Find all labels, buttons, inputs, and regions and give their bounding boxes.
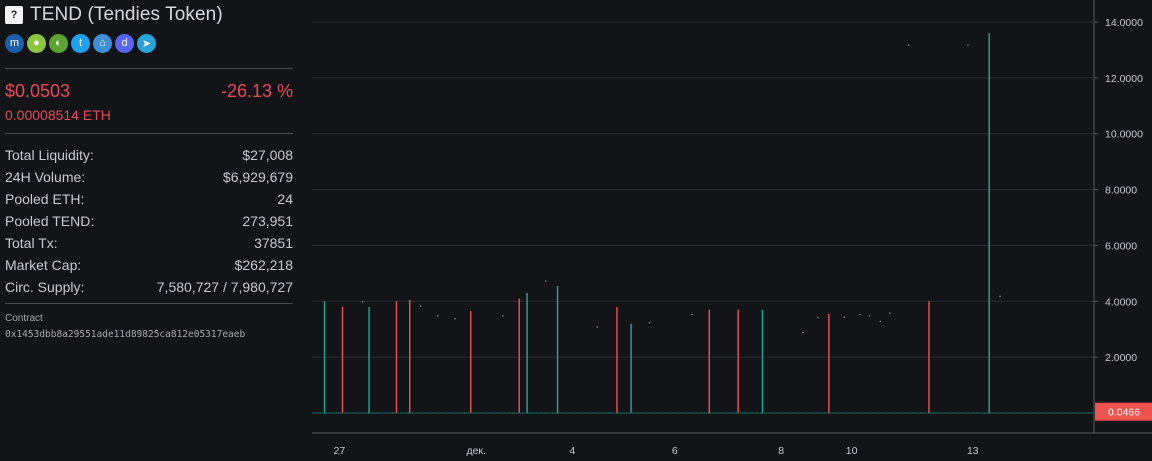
current-price-label: 0.0466 bbox=[1108, 407, 1140, 419]
token-name: TEND (Tendies Token) bbox=[30, 4, 223, 25]
coinmarketcap-icon[interactable]: m bbox=[5, 33, 24, 53]
token-header: ? TEND (Tendies Token) bbox=[5, 0, 293, 30]
price-dot bbox=[843, 316, 846, 318]
y-tick-label: 2.0000 bbox=[1105, 352, 1137, 364]
price-dot bbox=[437, 315, 439, 317]
price-dot bbox=[362, 301, 364, 303]
stat-label: 24H Volume: bbox=[5, 169, 86, 185]
price-dot bbox=[596, 326, 598, 328]
price-chart[interactable]: 2.0000 4.0000 6.0000 8.0000 10.0000 12.0000 14… bbox=[312, 0, 1152, 461]
token-info-panel: ? TEND (Tendies Token) m ● ◐ t ⌂ d ➤ $0.0503 -… bbox=[0, 0, 298, 461]
price-dot bbox=[649, 322, 651, 324]
stat-value: 37851 bbox=[254, 235, 293, 251]
price-dot bbox=[889, 312, 891, 314]
stat-label: Circ. Supply: bbox=[5, 279, 85, 295]
stat-value: 273,951 bbox=[242, 213, 293, 229]
price-dot bbox=[454, 318, 456, 320]
stat-row: 24H Volume: $6,929,679 bbox=[5, 166, 293, 188]
stat-label: Total Tx: bbox=[5, 235, 58, 251]
y-tick-label: 4.0000 bbox=[1105, 296, 1137, 308]
x-tick-label: 4 bbox=[569, 445, 575, 457]
stat-row: Circ. Supply: 7,580,727 / 7,980,727 bbox=[5, 276, 293, 298]
y-tick-label: 6.0000 bbox=[1105, 240, 1137, 252]
social-links: m ● ◐ t ⌂ d ➤ bbox=[5, 32, 293, 54]
price-dot bbox=[967, 44, 969, 46]
price-dot bbox=[859, 313, 861, 316]
y-tick-label: 12.0000 bbox=[1105, 73, 1143, 85]
price-dot bbox=[502, 315, 504, 317]
price-dot bbox=[817, 316, 819, 318]
stat-row: Total Tx: 37851 bbox=[5, 232, 293, 254]
stat-label: Total Liquidity: bbox=[5, 147, 94, 163]
x-tick-label: 13 bbox=[967, 445, 979, 457]
stat-label: Pooled TEND: bbox=[5, 213, 95, 229]
price-dot bbox=[868, 315, 871, 317]
price-dot bbox=[907, 44, 910, 46]
contract-address[interactable]: 0x1453dbb8a29551ade11d89825ca812e05317ea… bbox=[5, 329, 293, 340]
stat-row: Market Cap: $262,218 bbox=[5, 254, 293, 276]
price-change: -26.13 % bbox=[220, 80, 293, 101]
price-dot bbox=[419, 305, 422, 307]
x-tick-label: 8 bbox=[778, 445, 784, 457]
stat-value: $27,008 bbox=[242, 147, 293, 163]
token-logo: ? bbox=[5, 6, 23, 24]
price-dot bbox=[999, 295, 1001, 297]
y-tick-label: 14.0000 bbox=[1105, 17, 1143, 29]
price-row: $0.0503 -26.13 % bbox=[5, 79, 293, 103]
price-dot bbox=[691, 313, 693, 316]
x-tick-label: дек. bbox=[466, 445, 485, 457]
price-dot bbox=[802, 332, 804, 334]
y-tick-label: 10.0000 bbox=[1105, 129, 1143, 141]
price-usd: $0.0503 bbox=[5, 80, 71, 101]
discord-icon[interactable]: d bbox=[115, 33, 134, 53]
website-icon[interactable]: ⌂ bbox=[93, 33, 112, 53]
stat-value: $262,218 bbox=[234, 257, 293, 273]
contract-label: Contract bbox=[5, 313, 43, 324]
stat-label: Pooled ETH: bbox=[5, 191, 85, 207]
stat-row: Total Liquidity: $27,008 bbox=[5, 144, 293, 166]
telegram-icon[interactable]: ➤ bbox=[137, 33, 156, 53]
coingecko-icon[interactable]: ● bbox=[27, 33, 46, 53]
x-tick-label: 27 bbox=[334, 445, 346, 457]
x-tick-label: 6 bbox=[672, 445, 678, 457]
stat-value: $6,929,679 bbox=[222, 169, 293, 185]
divider bbox=[5, 133, 293, 134]
stat-value: 24 bbox=[277, 191, 293, 207]
divider bbox=[5, 68, 293, 69]
twitter-icon[interactable]: t bbox=[71, 33, 90, 53]
stats-list: Total Liquidity: $27,008 24H Volume: $6,929… bbox=[5, 144, 293, 298]
y-tick-label: 8.0000 bbox=[1105, 185, 1137, 197]
divider bbox=[5, 303, 293, 304]
stat-value: 7,580,727 / 7,980,727 bbox=[156, 279, 293, 295]
price-dot bbox=[879, 320, 882, 323]
coingecko-alt-icon[interactable]: ◐ bbox=[49, 33, 68, 53]
price-dot bbox=[545, 280, 547, 282]
price-eth: 0.00008514 ETH bbox=[5, 107, 111, 123]
x-tick-label: 10 bbox=[846, 445, 858, 457]
stat-row: Pooled TEND: 273,951 bbox=[5, 210, 293, 232]
stat-label: Market Cap: bbox=[5, 257, 82, 273]
stat-row: Pooled ETH: 24 bbox=[5, 188, 293, 210]
